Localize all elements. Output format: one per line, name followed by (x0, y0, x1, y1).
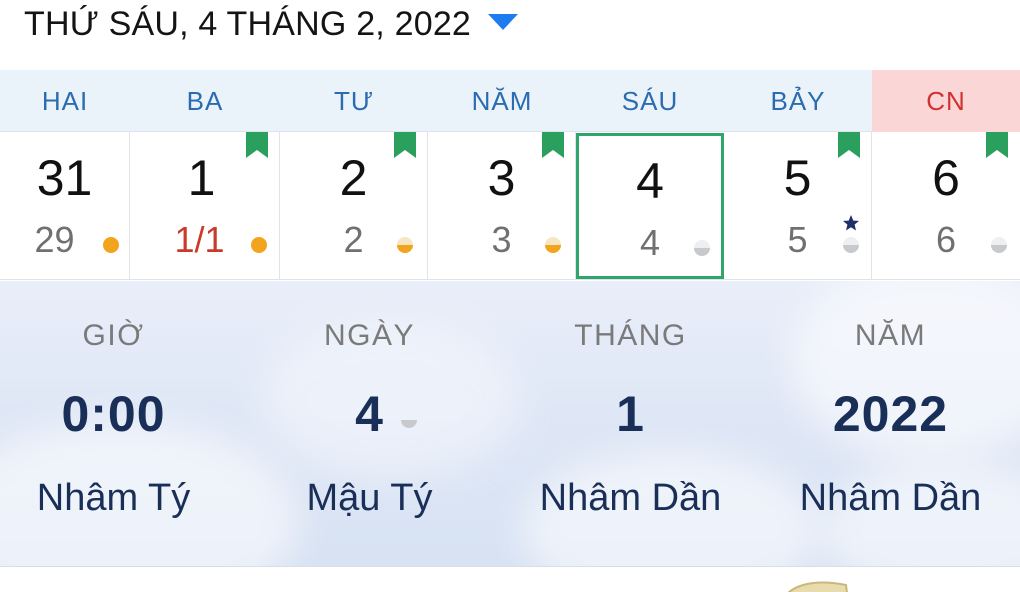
solar-day-number: 31 (36, 150, 93, 206)
full-moon-icon (251, 237, 267, 253)
solar-day-number: 4 (636, 153, 664, 209)
day-cell-2[interactable]: 2 2 (280, 132, 428, 280)
day-cell-6[interactable]: 6 6 (872, 132, 1020, 280)
day-cell-4-selected[interactable]: 4 4 (576, 133, 724, 279)
month-label: THÁNG (574, 319, 687, 352)
hour-canchi-name: Nhâm Tý (36, 477, 191, 519)
full-moon-icon (103, 237, 119, 253)
half-moon-icon (401, 420, 417, 428)
solar-day-number: 2 (339, 150, 368, 206)
half-moon-icon (694, 240, 710, 256)
day-canchi-name: Mậu Tý (306, 477, 433, 519)
star-icon (843, 215, 859, 231)
hour-label: GIỜ (82, 319, 145, 352)
year-canchi-name: Nhâm Dần (799, 477, 982, 519)
weekday-sun: CN (872, 70, 1020, 132)
solar-day-number: 1 (187, 150, 216, 206)
half-moon-icon (991, 237, 1007, 253)
year-label: NĂM (854, 319, 927, 352)
solar-day-number: 3 (487, 150, 516, 206)
day-cell-5[interactable]: 5 5 (724, 132, 872, 280)
half-moon-icon (397, 237, 413, 253)
half-moon-icon (545, 237, 561, 253)
month-value: 1 (616, 386, 645, 442)
month-canchi-name: Nhâm Dần (539, 477, 722, 519)
year-value: 2022 (832, 386, 949, 442)
day-label: NGÀY (323, 319, 416, 352)
weekday-sat: BẢY (770, 86, 826, 116)
weekday-mon: HAI (41, 86, 89, 116)
day-cell-3[interactable]: 3 3 (428, 132, 576, 280)
current-date-title[interactable]: THỨ SÁU, 4 THÁNG 2, 2022 (24, 4, 471, 44)
weekday-fri: SÁU (621, 86, 679, 116)
date-header: THỨ SÁU, 4 THÁNG 2, 2022 (0, 0, 1020, 70)
half-moon-icon (843, 237, 859, 253)
weekday-wed: TƯ (333, 86, 375, 116)
decorative-illustration (788, 581, 848, 592)
dropdown-triangle-icon[interactable] (486, 12, 520, 32)
weekday-header-row: HAI BA TƯ NĂM SÁU BẢY CN (0, 70, 1020, 132)
solar-day-number: 6 (932, 150, 960, 206)
day-cell-1[interactable]: 1 1/1 (130, 132, 280, 280)
solar-day-number: 5 (783, 150, 812, 206)
bottom-section (0, 566, 1020, 592)
day-value: 4 (355, 386, 384, 442)
weekday-thu: NĂM (471, 86, 533, 116)
week-day-row: 31 29 1 1/1 2 2 3 3 4 4 5 5 6 6 (0, 132, 1020, 280)
lunar-info-panel: GIỜ 0:00 Nhâm Tý NGÀY 4 Mậu Tý THÁNG 1 N… (0, 281, 1020, 566)
weekday-tue: BA (186, 86, 224, 116)
hour-value: 0:00 (61, 386, 166, 442)
day-cell-31[interactable]: 31 29 (0, 132, 130, 280)
